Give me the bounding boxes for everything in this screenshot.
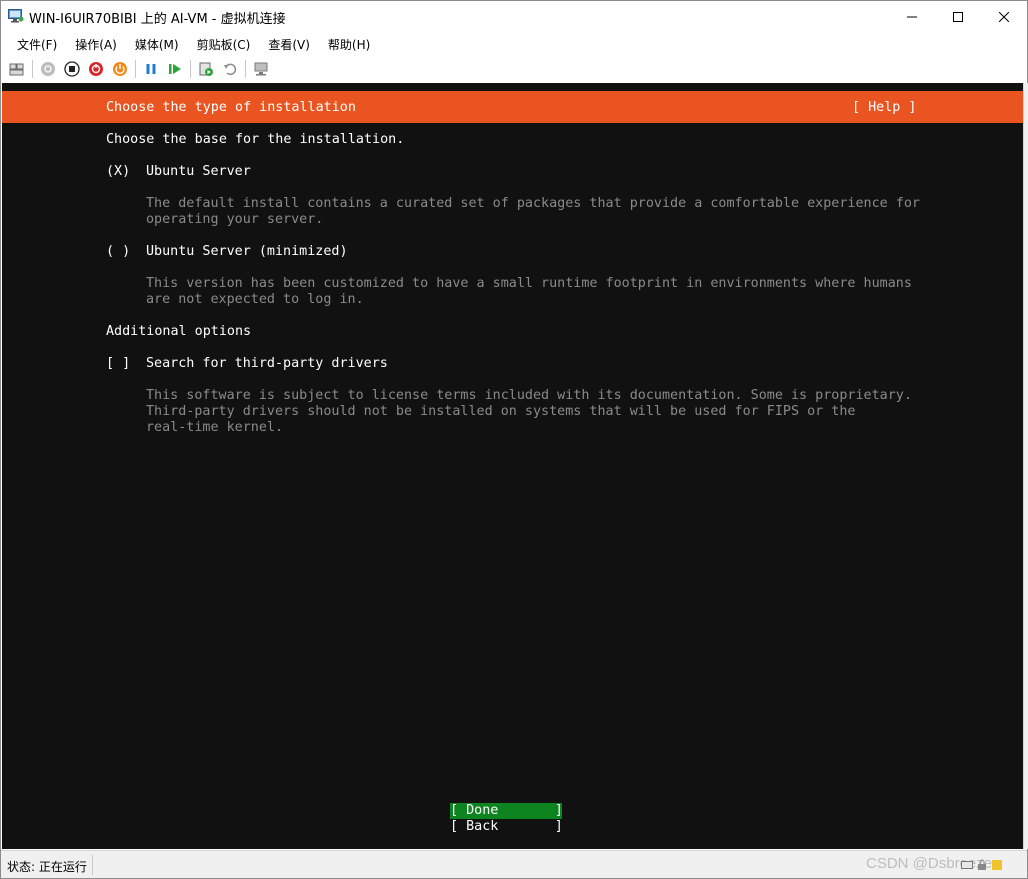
ctrl-alt-del-icon <box>9 63 24 76</box>
status-separator <box>92 855 93 875</box>
save-state-button[interactable] <box>110 59 130 79</box>
toolbar-separator <box>135 60 136 78</box>
vertical-scrollbar[interactable] <box>1023 83 1028 849</box>
intro-text: Choose the base for the installation. <box>106 132 405 147</box>
checkbox-description: This software is subject to license term… <box>146 388 912 403</box>
vm-connection-app-icon <box>8 9 24 23</box>
radio-ubuntu-server[interactable]: (X) <box>106 164 130 180</box>
checkbox-description: real-time kernel. <box>146 420 284 435</box>
power-icon <box>113 62 127 76</box>
resume-button[interactable] <box>165 59 185 79</box>
start-icon <box>41 62 55 76</box>
option-description: operating your server. <box>146 212 324 227</box>
resume-icon <box>169 64 181 74</box>
vm-connection-window: WIN-I6UIR70BIBI 上的 AI-VM - 虚拟机连接 文件(F) 操… <box>0 0 1028 879</box>
maximize-button[interactable] <box>935 1 981 32</box>
minimize-button[interactable] <box>889 1 935 32</box>
maximize-icon <box>953 11 963 22</box>
vm-console-screen[interactable]: Choose the type of installation [ Help ]… <box>2 83 1023 849</box>
close-button[interactable] <box>981 1 1027 32</box>
menu-view[interactable]: 查看(V) <box>259 33 319 56</box>
radio-label-ubuntu-server-minimized[interactable]: Ubuntu Server (minimized) <box>146 244 348 260</box>
checkbox-third-party-drivers[interactable]: [ ] <box>106 356 130 372</box>
ctrl-alt-del-button[interactable] <box>7 59 27 79</box>
lock-icon <box>978 859 986 870</box>
close-icon <box>999 11 1009 22</box>
option-description: This version has been customized to have… <box>146 276 912 291</box>
installer-page-title: Choose the type of installation <box>106 100 356 115</box>
back-button[interactable]: [ Back ] <box>450 819 563 835</box>
title-bar[interactable]: WIN-I6UIR70BIBI 上的 AI-VM - 虚拟机连接 <box>1 1 1027 32</box>
revert-icon <box>224 63 237 76</box>
toolbar-separator <box>245 60 246 78</box>
keyboard-icon <box>961 861 973 869</box>
toolbar <box>1 57 1027 81</box>
done-button[interactable]: [ Done ] <box>450 803 563 819</box>
toolbar-separator <box>190 60 191 78</box>
start-button[interactable] <box>38 59 58 79</box>
shutdown-button[interactable] <box>86 59 106 79</box>
checkpoint-button[interactable] <box>196 59 216 79</box>
help-button[interactable]: [ Help ] <box>852 100 917 116</box>
menu-action[interactable]: 操作(A) <box>66 33 126 56</box>
turn-off-button[interactable] <box>62 59 82 79</box>
radio-ubuntu-server-minimized[interactable]: ( ) <box>106 244 130 260</box>
shutdown-icon <box>89 62 103 76</box>
vm-status-text: 状态: 正在运行 <box>7 860 87 874</box>
additional-options-heading: Additional options <box>106 324 252 339</box>
checkpoint-icon <box>199 62 213 76</box>
pause-icon <box>146 64 156 74</box>
option-description: The default install contains a curated s… <box>146 196 920 211</box>
radio-label-ubuntu-server[interactable]: Ubuntu Server <box>146 164 251 180</box>
menu-help[interactable]: 帮助(H) <box>319 33 379 56</box>
menu-clipboard[interactable]: 剪贴板(C) <box>188 33 260 56</box>
status-tray-icons <box>961 859 1003 871</box>
revert-button[interactable] <box>220 59 240 79</box>
menu-media[interactable]: 媒体(M) <box>126 33 188 56</box>
status-bar: 状态: 正在运行 CSDN @Dsbreeze <box>1 850 1027 878</box>
enhanced-session-button[interactable] <box>251 59 271 79</box>
option-description: are not expected to log in. <box>146 292 364 307</box>
toolbar-separator <box>32 60 33 78</box>
minimize-icon <box>907 16 917 17</box>
turn-off-icon <box>64 61 80 77</box>
checkbox-description: Third-party drivers should not be instal… <box>146 404 856 419</box>
zoom-icon <box>992 860 1002 870</box>
window-title: WIN-I6UIR70BIBI 上的 AI-VM - 虚拟机连接 <box>29 12 286 27</box>
menu-file[interactable]: 文件(F) <box>8 33 66 56</box>
checkbox-label-third-party-drivers[interactable]: Search for third-party drivers <box>146 356 388 372</box>
pause-button[interactable] <box>141 59 161 79</box>
menu-bar: 文件(F) 操作(A) 媒体(M) 剪贴板(C) 查看(V) 帮助(H) <box>1 32 1027 56</box>
enhanced-session-icon <box>254 62 268 76</box>
